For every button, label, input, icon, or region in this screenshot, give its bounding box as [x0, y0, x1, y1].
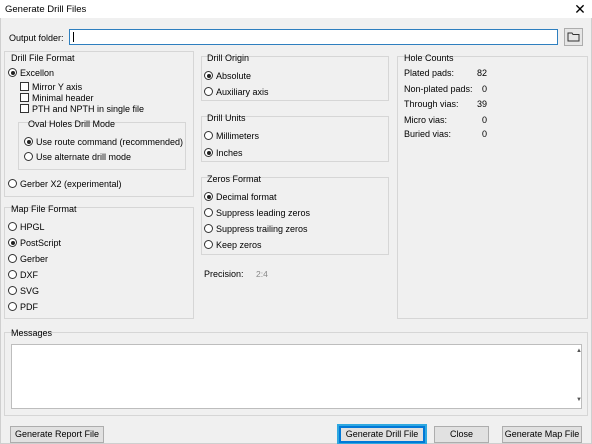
minimal-header-checkbox[interactable]	[20, 93, 29, 102]
mirror-y-checkbox[interactable]	[20, 82, 29, 91]
excellon-radio[interactable]	[8, 68, 17, 77]
hole-counts-group	[397, 56, 588, 319]
map-pdf-radio[interactable]	[8, 302, 17, 311]
units-mm-radio[interactable]	[204, 131, 213, 140]
through-vias-value: 39	[476, 99, 487, 109]
plated-pads-value: 82	[476, 68, 487, 78]
zeros-keep-label: Keep zeros	[216, 240, 262, 250]
pth-npth-checkbox[interactable]	[20, 104, 29, 113]
generate-report-button[interactable]: Generate Report File	[10, 426, 104, 443]
plated-pads-label: Plated pads:	[404, 68, 455, 78]
micro-vias-label: Micro vias:	[404, 115, 448, 125]
zeros-decimal-radio[interactable]	[204, 192, 213, 201]
drill-units-title: Drill Units	[207, 113, 246, 123]
title-bar: Generate Drill Files ✕	[0, 0, 592, 18]
close-icon[interactable]: ✕	[572, 0, 588, 18]
zeros-keep-radio[interactable]	[204, 240, 213, 249]
map-gerber-label: Gerber	[20, 254, 49, 264]
mirror-y-label: Mirror Y axis	[32, 82, 83, 92]
minimal-header-label: Minimal header	[32, 93, 94, 103]
excellon-label: Excellon	[20, 68, 55, 78]
hole-counts-title: Hole Counts	[404, 53, 454, 63]
messages-label: Messages	[11, 328, 53, 338]
output-folder-label: Output folder:	[9, 33, 64, 43]
precision-value: 2:4	[256, 269, 268, 279]
oval-holes-title: Oval Holes Drill Mode	[28, 119, 116, 129]
origin-absolute-label: Absolute	[216, 71, 252, 81]
scroll-down-icon[interactable]: ▼	[576, 397, 582, 403]
buried-vias-value: 0	[481, 129, 487, 139]
map-postscript-radio[interactable]	[8, 238, 17, 247]
units-inches-label: Inches	[216, 148, 243, 158]
zeros-leading-label: Suppress leading zeros	[216, 208, 311, 218]
zeros-format-title: Zeros Format	[207, 174, 262, 184]
oval-alt-radio[interactable]	[24, 152, 33, 161]
map-hpgl-radio[interactable]	[8, 222, 17, 231]
buried-vias-label: Buried vias:	[404, 129, 452, 139]
messages-scrollbar[interactable]: ▲ ▼	[575, 345, 582, 408]
window-title: Generate Drill Files	[5, 4, 87, 15]
non-plated-pads-value: 0	[481, 84, 487, 94]
close-button[interactable]: Close	[434, 426, 489, 443]
map-svg-radio[interactable]	[8, 286, 17, 295]
gerber-x2-radio[interactable]	[8, 179, 17, 188]
browse-folder-button[interactable]	[564, 28, 583, 46]
units-mm-label: Millimeters	[216, 131, 260, 141]
drill-origin-title: Drill Origin	[207, 53, 250, 63]
zeros-leading-radio[interactable]	[204, 208, 213, 217]
map-dxf-radio[interactable]	[8, 270, 17, 279]
scroll-up-icon[interactable]: ▲	[576, 348, 582, 354]
precision-label: Precision:	[204, 269, 244, 279]
map-pdf-label: PDF	[20, 302, 38, 312]
generate-drill-button[interactable]: Generate Drill File	[339, 426, 425, 443]
drill-file-format-title: Drill File Format	[11, 53, 75, 63]
oval-route-label: Use route command (recommended)	[36, 137, 184, 147]
map-hpgl-label: HPGL	[20, 222, 45, 232]
output-folder-input[interactable]	[69, 29, 558, 45]
gerber-x2-label: Gerber X2 (experimental)	[20, 179, 122, 189]
pth-npth-label: PTH and NPTH in single file	[32, 104, 145, 114]
origin-auxiliary-label: Auxiliary axis	[216, 87, 269, 97]
map-file-format-title: Map File Format	[11, 204, 77, 214]
micro-vias-value: 0	[481, 115, 487, 125]
zeros-trailing-radio[interactable]	[204, 224, 213, 233]
text-caret	[73, 32, 74, 42]
origin-absolute-radio[interactable]	[204, 71, 213, 80]
zeros-trailing-label: Suppress trailing zeros	[216, 224, 308, 234]
units-inches-radio[interactable]	[204, 148, 213, 157]
map-gerber-radio[interactable]	[8, 254, 17, 263]
through-vias-label: Through vias:	[404, 99, 459, 109]
generate-map-button[interactable]: Generate Map File	[502, 426, 582, 443]
oval-route-radio[interactable]	[24, 137, 33, 146]
map-postscript-label: PostScript	[20, 238, 62, 248]
origin-auxiliary-radio[interactable]	[204, 87, 213, 96]
map-dxf-label: DXF	[20, 270, 38, 280]
folder-icon	[567, 32, 580, 42]
oval-alt-label: Use alternate drill mode	[36, 152, 132, 162]
map-svg-label: SVG	[20, 286, 40, 296]
zeros-decimal-label: Decimal format	[216, 192, 277, 202]
messages-textarea[interactable]: ▲ ▼	[11, 344, 582, 409]
